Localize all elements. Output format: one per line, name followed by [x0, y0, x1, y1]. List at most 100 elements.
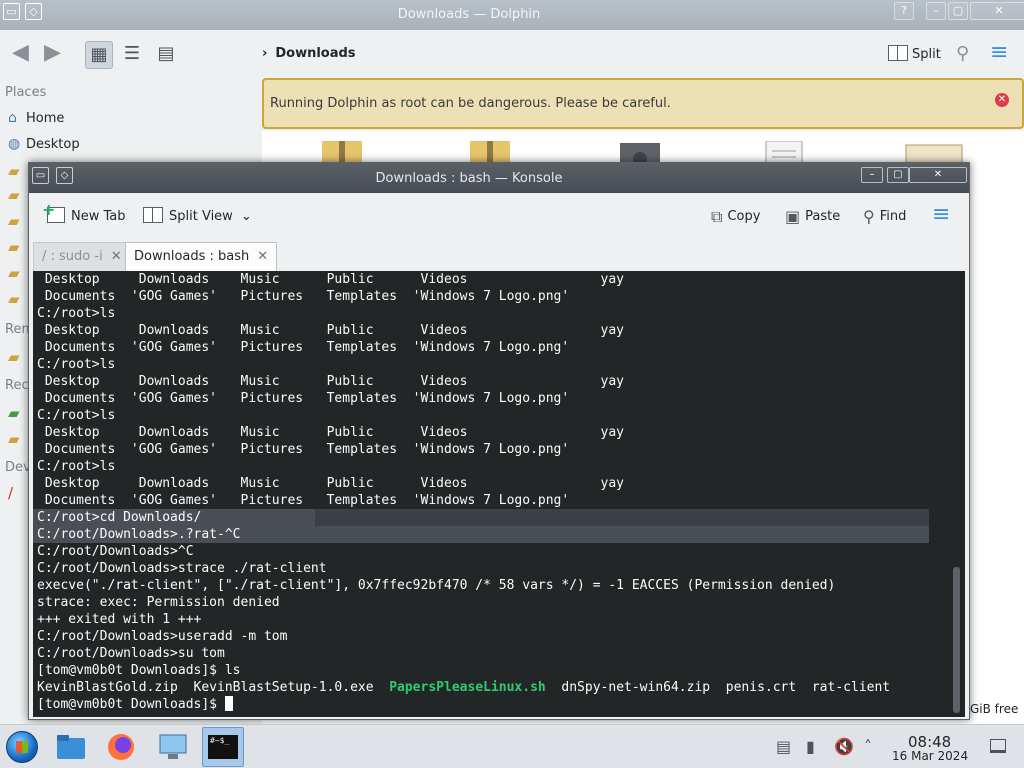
maximize-button[interactable]: ▢ — [887, 167, 909, 183]
folder-icon[interactable]: ▰ — [8, 212, 20, 230]
minimize-button[interactable]: – — [926, 2, 946, 20]
search-icon[interactable]: ⚲ — [956, 43, 969, 64]
new-tab-label: New Tab — [71, 209, 126, 224]
terminal-scrollbar[interactable] — [953, 567, 960, 713]
copy-button[interactable]: ⧉ Copy — [711, 207, 760, 227]
devices-heading: Dev — [5, 460, 31, 475]
free-space-label: GiB free — [970, 702, 1019, 716]
back-arrow-icon[interactable]: ◀ — [12, 40, 29, 65]
terminal-line: Desktop Downloads Music Public Videos ya… — [37, 374, 624, 389]
device-icon[interactable]: ∕ — [8, 484, 13, 502]
warning-text: Running Dolphin as root can be dangerous… — [270, 96, 671, 111]
folder-icon[interactable]: ▰ — [8, 238, 20, 256]
close-button[interactable]: ✕ — [909, 167, 967, 183]
split-icon — [888, 45, 908, 61]
split-button[interactable]: Split — [888, 45, 941, 62]
new-tab-button[interactable]: New Tab — [42, 200, 126, 224]
folder-icon[interactable]: ▰ — [8, 264, 20, 282]
folder-icon[interactable]: ▰ — [8, 186, 20, 204]
firefox-icon — [108, 734, 134, 760]
close-tab-icon[interactable]: ✕ — [111, 249, 122, 264]
hamburger-menu-icon[interactable]: ≡ — [990, 42, 1008, 64]
tab-sudo[interactable]: / : sudo -i ✕ — [33, 242, 131, 271]
icons-view-button[interactable]: ▦ — [85, 41, 113, 69]
text-cursor — [224, 696, 233, 711]
home-icon: ⌂ — [8, 110, 17, 126]
split-view-label: Split View — [169, 209, 233, 224]
ls-output-files: dnSpy-net-win64.zip penis.crt rat-client — [545, 680, 891, 695]
forward-arrow-icon[interactable]: ▶ — [44, 40, 61, 65]
find-button[interactable]: ⚲ Find — [863, 207, 906, 226]
help-button[interactable]: ? — [894, 2, 914, 20]
taskbar: #~$_ ▤ ▮ 🔇 ˄ 08:48 16 Mar 2024 — [0, 724, 1024, 768]
prompt-line[interactable]: [tom@vm0b0t Downloads]$ — [37, 696, 233, 713]
terminal-line: C:/root>ls — [37, 306, 116, 321]
maximize-button[interactable]: ▢ — [948, 2, 968, 20]
paste-label: Paste — [805, 209, 841, 224]
details-view-button[interactable]: ▤ — [152, 41, 180, 69]
terminal-line: Documents 'GOG Games' Pictures Templates… — [37, 493, 570, 508]
konsole-tab-bar: / : sudo -i ✕ Downloads : bash ✕ — [33, 239, 967, 271]
terminal-line: C:/root/Downloads>su tom — [37, 646, 225, 661]
places-heading: Places — [5, 85, 47, 100]
terminal-line: C:/root>ls — [37, 408, 116, 423]
show-desktop-icon[interactable] — [990, 739, 1006, 753]
ls-output-executable: PapersPleaseLinux.sh — [389, 680, 546, 695]
tab-sudo-label: / : sudo -i — [42, 249, 103, 264]
tab-downloads-label: Downloads : bash — [134, 249, 250, 264]
recent-files-icon[interactable]: ▰ — [8, 404, 20, 422]
firefox-taskbar-button[interactable] — [100, 727, 142, 767]
hamburger-menu-icon[interactable]: ≡ — [932, 204, 950, 226]
recent-heading: Rec — [5, 378, 29, 393]
terminal-output[interactable]: Desktop Downloads Music Public Videos ya… — [33, 271, 965, 717]
warning-close-icon[interactable]: ✕ — [995, 93, 1009, 107]
breadcrumb[interactable]: › Downloads — [262, 46, 356, 61]
terminal-line: Documents 'GOG Games' Pictures Templates… — [37, 442, 570, 457]
close-tab-icon[interactable]: ✕ — [257, 249, 268, 264]
terminal-line: C:/root/Downloads>.?rat-^C — [37, 527, 241, 542]
chevron-up-icon[interactable]: ˄ — [864, 737, 872, 756]
tab-downloads-bash[interactable]: Downloads : bash ✕ — [125, 242, 278, 271]
copy-icon: ⧉ — [711, 207, 723, 226]
clock-date[interactable]: 16 Mar 2024 — [892, 749, 968, 763]
volume-muted-icon[interactable]: 🔇 — [834, 737, 854, 756]
terminal-line: C:/root>ls — [37, 459, 116, 474]
battery-icon[interactable]: ▮ — [806, 737, 815, 756]
split-label: Split — [912, 47, 941, 62]
text-selection — [315, 509, 929, 526]
terminal-line: C:/root>cd Downloads/ — [37, 510, 202, 525]
file-manager-taskbar-button[interactable] — [50, 727, 92, 767]
terminal-line: Desktop Downloads Music Public Videos ya… — [37, 272, 624, 287]
monitor-icon — [159, 734, 187, 759]
konsole-titlebar[interactable]: ▭ ◇ Downloads : bash — Konsole – ▢ ✕ — [29, 163, 969, 193]
ls-output-files: KevinBlastGold.zip KevinBlastSetup-1.0.e… — [37, 680, 390, 695]
place-home[interactable]: ⌂ Home — [8, 110, 64, 130]
shell-prompt: [tom@vm0b0t Downloads]$ — [37, 697, 225, 712]
terminal-line: Desktop Downloads Music Public Videos ya… — [37, 425, 624, 440]
network-icon[interactable]: ▰ — [8, 348, 20, 366]
compact-view-button[interactable]: ☰ — [118, 41, 146, 69]
split-view-button[interactable]: Split View ⌄ — [143, 207, 252, 224]
breadcrumb-downloads[interactable]: Downloads — [275, 46, 355, 61]
terminal-line: Documents 'GOG Games' Pictures Templates… — [37, 340, 570, 355]
terminal-line: strace: exec: Permission denied — [37, 595, 280, 610]
dolphin-titlebar[interactable]: ▭ ◇ Downloads — Dolphin ? – ▢ ✕ — [0, 0, 1024, 30]
terminal-line: Documents 'GOG Games' Pictures Templates… — [37, 391, 570, 406]
place-desktop[interactable]: ◍ Desktop — [8, 136, 80, 156]
close-button[interactable]: ✕ — [970, 2, 1024, 20]
folder-icon — [57, 735, 85, 759]
terminal-line: [tom@vm0b0t Downloads]$ ls — [37, 663, 241, 678]
folder-icon[interactable]: ▰ — [8, 162, 20, 180]
terminal-line: +++ exited with 1 +++ — [37, 612, 202, 627]
terminal-line: C:/root/Downloads>^C — [37, 544, 194, 559]
system-settings-taskbar-button[interactable] — [152, 727, 194, 767]
start-menu-icon[interactable] — [6, 731, 38, 763]
minimize-button[interactable]: – — [861, 167, 883, 183]
folder-icon[interactable]: ▰ — [8, 290, 20, 308]
clipboard-icon[interactable]: ▤ — [776, 737, 791, 756]
terminal-line: Documents 'GOG Games' Pictures Templates… — [37, 289, 570, 304]
konsole-taskbar-button[interactable]: #~$_ — [202, 727, 244, 767]
recent-locations-icon[interactable]: ▰ — [8, 430, 20, 448]
chevron-right-icon: › — [262, 46, 268, 61]
paste-button[interactable]: ▣ Paste — [785, 207, 840, 226]
